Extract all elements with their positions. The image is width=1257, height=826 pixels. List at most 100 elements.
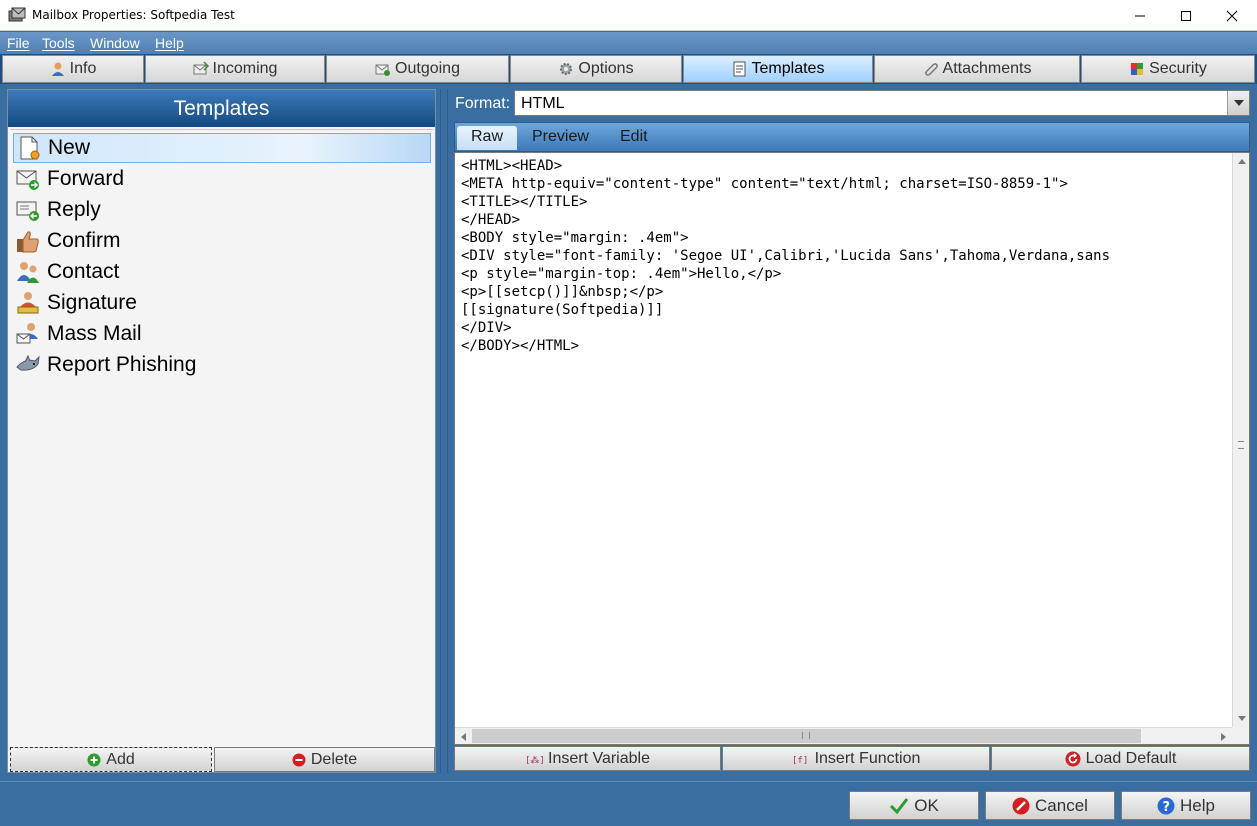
editor-tab-bar: Raw Preview Edit [454, 122, 1250, 152]
chevron-down-icon [1233, 100, 1244, 106]
help-button[interactable]: ? Help [1121, 791, 1251, 820]
title-bar: Mailbox Properties: Softpedia Test [0, 0, 1257, 31]
help-button-label: Help [1180, 795, 1215, 815]
shield-icon [1131, 63, 1144, 75]
tab-outgoing-label: Outgoing [395, 60, 460, 77]
scroll-down-button[interactable] [1233, 710, 1249, 727]
mailbox-app-icon [8, 7, 26, 23]
code-line: <TITLE></TITLE> [461, 194, 588, 210]
templates-list: New Forward Reply Confirm Contact Signat… [10, 129, 433, 744]
cancel-button-label: Cancel [1035, 795, 1088, 815]
source-code[interactable]: <HTML><HEAD> <META http-equiv="content-ty… [461, 157, 1231, 727]
contact-icon [17, 262, 39, 283]
arrow-up-icon [1237, 159, 1246, 164]
code-line: </BODY></HTML> [461, 338, 580, 354]
variable-icon: [⁂] [525, 755, 543, 764]
close-icon [1226, 10, 1238, 21]
format-dropdown-button[interactable] [1227, 91, 1249, 115]
code-line: <DIV style="font-family: 'Segoe UI',Cali… [461, 248, 1111, 264]
gear-icon [560, 63, 573, 75]
menu-file[interactable]: File [7, 35, 30, 51]
cancel-button[interactable]: Cancel [985, 791, 1115, 820]
tab-raw[interactable]: Raw [457, 126, 518, 150]
dialog-button-bar: OK Cancel ? Help [0, 781, 1257, 826]
window-title: Mailbox Properties: Softpedia Test [32, 8, 235, 22]
insert-variable-button[interactable]: [⁂] Insert Variable [454, 746, 721, 771]
code-line: <META http-equiv="content-type" content=… [461, 176, 1068, 192]
templates-header: Templates [8, 90, 435, 127]
insert-function-label: Insert Function [814, 749, 921, 767]
scroll-left-button[interactable] [455, 728, 472, 744]
delete-template-button[interactable]: Delete [214, 747, 435, 772]
menu-window[interactable]: Window [90, 35, 140, 51]
arrow-left-icon [461, 732, 466, 741]
reload-icon [1065, 751, 1081, 766]
menu-bar: File Tools Window Help [0, 32, 1257, 54]
arrow-down-icon [1237, 716, 1246, 721]
code-line: <p>[[setcp()]]&nbsp;</p> [461, 284, 664, 300]
insert-variable-label: Insert Variable [548, 749, 650, 767]
shark-icon [16, 354, 40, 371]
vertical-scrollbar[interactable] [1232, 153, 1249, 727]
add-template-button[interactable]: Add [10, 747, 212, 772]
tab-edit[interactable]: Edit [620, 128, 648, 146]
tab-preview[interactable]: Preview [532, 128, 589, 146]
template-item-contact[interactable]: Contact [13, 257, 431, 287]
template-item-label: New [48, 136, 91, 159]
close-button[interactable] [1209, 0, 1255, 31]
template-item-forward[interactable]: Forward [13, 164, 431, 194]
menu-tools[interactable]: Tools [42, 35, 75, 51]
tab-info-label: Info [69, 60, 97, 77]
code-line: </HEAD> [461, 212, 521, 228]
horizontal-scroll-thumb[interactable] [472, 729, 1141, 743]
code-line: <HTML><HEAD> [461, 158, 563, 174]
panel-splitter[interactable] [440, 89, 448, 773]
add-button-label: Add [106, 750, 135, 768]
scroll-up-button[interactable] [1233, 153, 1249, 170]
tab-incoming[interactable]: Incoming [145, 55, 325, 83]
insert-function-button[interactable]: [f] Insert Function [722, 746, 990, 771]
tab-info[interactable]: Info [2, 55, 144, 83]
template-icon [733, 61, 746, 77]
svg-text:[f]: [f] [792, 756, 808, 764]
template-item-new[interactable]: New [13, 133, 431, 163]
template-item-signature[interactable]: Signature [13, 288, 431, 318]
tab-incoming-label: Incoming [212, 60, 278, 77]
svg-text:?: ? [1163, 800, 1171, 815]
ok-button[interactable]: OK [849, 791, 979, 820]
minimize-button[interactable] [1117, 0, 1163, 31]
template-item-label: Report Phishing [47, 353, 197, 376]
load-default-label: Load Default [1085, 749, 1177, 767]
tab-outgoing[interactable]: Outgoing [326, 55, 509, 83]
tab-attachments[interactable]: Attachments [874, 55, 1080, 83]
user-icon [51, 62, 64, 76]
maximize-button[interactable] [1163, 0, 1209, 31]
ok-button-label: OK [914, 795, 939, 815]
code-line: [[signature(Softpedia)]] [461, 302, 664, 318]
format-select[interactable]: HTML [514, 90, 1250, 116]
outgoing-mail-icon [375, 64, 391, 76]
tab-templates-label: Templates [751, 60, 825, 77]
tab-attachments-label: Attachments [942, 60, 1032, 77]
tab-security[interactable]: Security [1081, 55, 1255, 83]
template-source-editor[interactable]: <HTML><HEAD> <META http-equiv="content-ty… [454, 152, 1250, 745]
template-item-confirm[interactable]: Confirm [13, 226, 431, 256]
arrow-right-icon [1221, 732, 1226, 741]
paperclip-icon [924, 63, 938, 76]
delete-button-label: Delete [310, 750, 358, 768]
template-item-mass-mail[interactable]: Mass Mail [13, 319, 431, 349]
menu-help[interactable]: Help [155, 35, 184, 51]
load-default-button[interactable]: Load Default [991, 746, 1250, 771]
function-icon: [f] [792, 756, 808, 764]
add-icon [87, 753, 101, 766]
template-item-report-phishing[interactable]: Report Phishing [13, 350, 431, 380]
tab-options[interactable]: Options [510, 55, 682, 83]
scroll-right-button[interactable] [1215, 728, 1232, 744]
minimize-icon [1135, 15, 1145, 16]
thumbs-up-icon [17, 231, 39, 253]
new-document-icon [20, 136, 40, 160]
template-item-label: Confirm [47, 229, 121, 252]
horizontal-scrollbar[interactable] [455, 727, 1232, 744]
template-item-reply[interactable]: Reply [13, 195, 431, 225]
tab-templates[interactable]: Templates [683, 55, 873, 83]
